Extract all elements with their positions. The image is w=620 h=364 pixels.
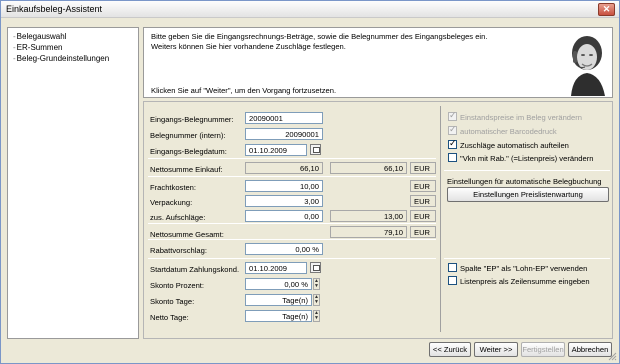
separator bbox=[148, 223, 436, 224]
verpackung-input[interactable]: 3,00 bbox=[245, 195, 323, 207]
er-summen-form: Eingangs-Belegnummer: 20090001 Belegnumm… bbox=[143, 101, 613, 339]
calendar-icon[interactable] bbox=[310, 262, 321, 273]
spin-down-icon: ▼ bbox=[314, 283, 319, 289]
nav-item-er-summen[interactable]: -ER-Summen bbox=[13, 43, 62, 52]
label-skonto-tage: Skonto Tage: bbox=[150, 297, 195, 306]
window-title: Einkaufsbeleg-Assistent bbox=[6, 4, 103, 14]
spin-down-icon: ▼ bbox=[314, 315, 319, 321]
finish-button[interactable]: Fertigstellen bbox=[521, 342, 565, 357]
instruction-line-2: Weiters können Sie hier vorhandene Zusch… bbox=[151, 42, 346, 51]
spalte-ep-label: Spalte "EP" als "Lohn-EP" verwenden bbox=[460, 264, 588, 273]
netto-tage-spinner[interactable]: ▲ ▼ bbox=[313, 310, 320, 322]
nav-item-label: ER-Summen bbox=[16, 43, 63, 52]
label-verpackung: Verpackung: bbox=[150, 198, 193, 207]
eingangs-belegdatum-input[interactable]: 01.10.2009 bbox=[245, 144, 307, 156]
label-frachtkosten: Frachtkosten: bbox=[150, 183, 197, 192]
currency-label: EUR bbox=[410, 162, 436, 174]
separator bbox=[444, 258, 610, 259]
spin-down-icon: ▼ bbox=[314, 299, 319, 305]
einstandspreise-checkbox[interactable] bbox=[448, 111, 457, 121]
frachtkosten-input[interactable]: 10,00 bbox=[245, 180, 323, 192]
label-nettosumme-einkauf: Nettosumme Einkauf: bbox=[150, 165, 223, 174]
label-eingangs-belegdatum: Eingangs-Belegdatum: bbox=[150, 147, 227, 156]
zus-aufschlaege-input[interactable]: 0,00 bbox=[245, 210, 323, 222]
close-icon: ✕ bbox=[602, 4, 611, 14]
separator bbox=[148, 176, 436, 177]
belegnummer-intern-input[interactable]: 20090001 bbox=[245, 128, 323, 140]
zuschlaege-aufteilen-checkbox[interactable] bbox=[448, 139, 457, 149]
nav-item-belegauswahl[interactable]: -Belegauswahl bbox=[13, 32, 66, 41]
label-netto-tage: Netto Tage: bbox=[150, 313, 189, 322]
vkn-rabatt-checkbox[interactable] bbox=[448, 153, 457, 162]
step-navigation: -Belegauswahl -ER-Summen -Beleg-Grundein… bbox=[7, 27, 139, 339]
label-eingangs-belegnummer: Eingangs-Belegnummer: bbox=[150, 115, 234, 124]
label-rabattvorschlag: Rabattvorschlag: bbox=[150, 246, 207, 255]
currency-label: EUR bbox=[410, 195, 436, 207]
title-bar: Einkaufsbeleg-Assistent ✕ bbox=[1, 1, 619, 18]
label-belegnummer-intern: Belegnummer (intern): bbox=[150, 131, 226, 140]
preislistenwartung-button[interactable]: Einstellungen Preislistenwartung bbox=[447, 187, 609, 202]
label-startdatum: Startdatum Zahlungskond. bbox=[150, 265, 240, 274]
resize-grip-icon[interactable] bbox=[607, 351, 617, 361]
close-button[interactable]: ✕ bbox=[598, 3, 615, 16]
wizard-window: Einkaufsbeleg-Assistent ✕ -Belegauswahl … bbox=[0, 0, 620, 364]
instruction-line-3: Klicken Sie auf "Weiter", um den Vorgang… bbox=[151, 86, 337, 95]
nettosumme-einkauf-value: 66,10 bbox=[245, 162, 323, 174]
nettosumme-einkauf-value-2: 66,10 bbox=[330, 162, 407, 174]
calendar-icon[interactable] bbox=[310, 144, 321, 155]
column-divider bbox=[440, 106, 441, 332]
next-button[interactable]: Weiter >> bbox=[474, 342, 518, 357]
barcodedruck-checkbox[interactable] bbox=[448, 125, 457, 135]
auto-belegbuchung-heading: Einstellungen für automatische Belegbuch… bbox=[447, 177, 602, 186]
vkn-rabatt-label: "Vkn mit Rab." (=Listenpreis) verändern bbox=[460, 154, 594, 163]
nettosumme-gesamt-value: 79,10 bbox=[330, 226, 407, 238]
separator bbox=[148, 158, 436, 159]
instruction-line-1: Bitte geben Sie die Eingangsrechnungs-Be… bbox=[151, 32, 488, 41]
rabattvorschlag-input[interactable]: 0,00 % bbox=[245, 243, 323, 255]
label-zus-aufschlaege: zus. Aufschläge: bbox=[150, 213, 206, 222]
nav-item-label: Beleg-Grundeinstellungen bbox=[16, 54, 110, 63]
spalte-ep-checkbox[interactable] bbox=[448, 263, 457, 272]
nav-item-beleg-grundeinstellungen[interactable]: -Beleg-Grundeinstellungen bbox=[13, 54, 109, 63]
barcodedruck-label: automatischer Barcodedruck bbox=[460, 127, 557, 136]
zus-aufschlaege-total: 13,00 bbox=[330, 210, 407, 222]
instructions-panel: Bitte geben Sie die Eingangsrechnungs-Be… bbox=[143, 27, 613, 98]
currency-label: EUR bbox=[410, 180, 436, 192]
currency-label: EUR bbox=[410, 210, 436, 222]
listenpreis-checkbox[interactable] bbox=[448, 276, 457, 285]
currency-label: EUR bbox=[410, 226, 436, 238]
nav-item-label: Belegauswahl bbox=[16, 32, 67, 41]
skonto-prozent-spinner[interactable]: ▲ ▼ bbox=[313, 278, 320, 290]
zuschlaege-aufteilen-label: Zuschläge automatisch aufteilen bbox=[460, 141, 569, 150]
separator bbox=[148, 239, 436, 240]
back-button[interactable]: << Zurück bbox=[429, 342, 471, 357]
skonto-prozent-input[interactable]: 0,00 % bbox=[245, 278, 312, 290]
cancel-button[interactable]: Abbrechen bbox=[568, 342, 612, 357]
netto-tage-input[interactable]: Tage(n) bbox=[245, 310, 312, 322]
einstandspreise-label: Einstandspreise im Beleg verändern bbox=[460, 113, 582, 122]
separator bbox=[444, 170, 610, 171]
label-skonto-prozent: Skonto Prozent: bbox=[150, 281, 205, 290]
skonto-tage-spinner[interactable]: ▲ ▼ bbox=[313, 294, 320, 306]
listenpreis-label: Listenpreis als Zeilensumme eingeben bbox=[460, 277, 590, 286]
label-nettosumme-gesamt: Nettosumme Gesamt: bbox=[150, 230, 224, 239]
operator-photo bbox=[557, 29, 611, 96]
startdatum-input[interactable]: 01.10.2009 bbox=[245, 262, 307, 274]
eingangs-belegnummer-input[interactable]: 20090001 bbox=[245, 112, 323, 124]
separator bbox=[148, 258, 436, 259]
skonto-tage-input[interactable]: Tage(n) bbox=[245, 294, 312, 306]
